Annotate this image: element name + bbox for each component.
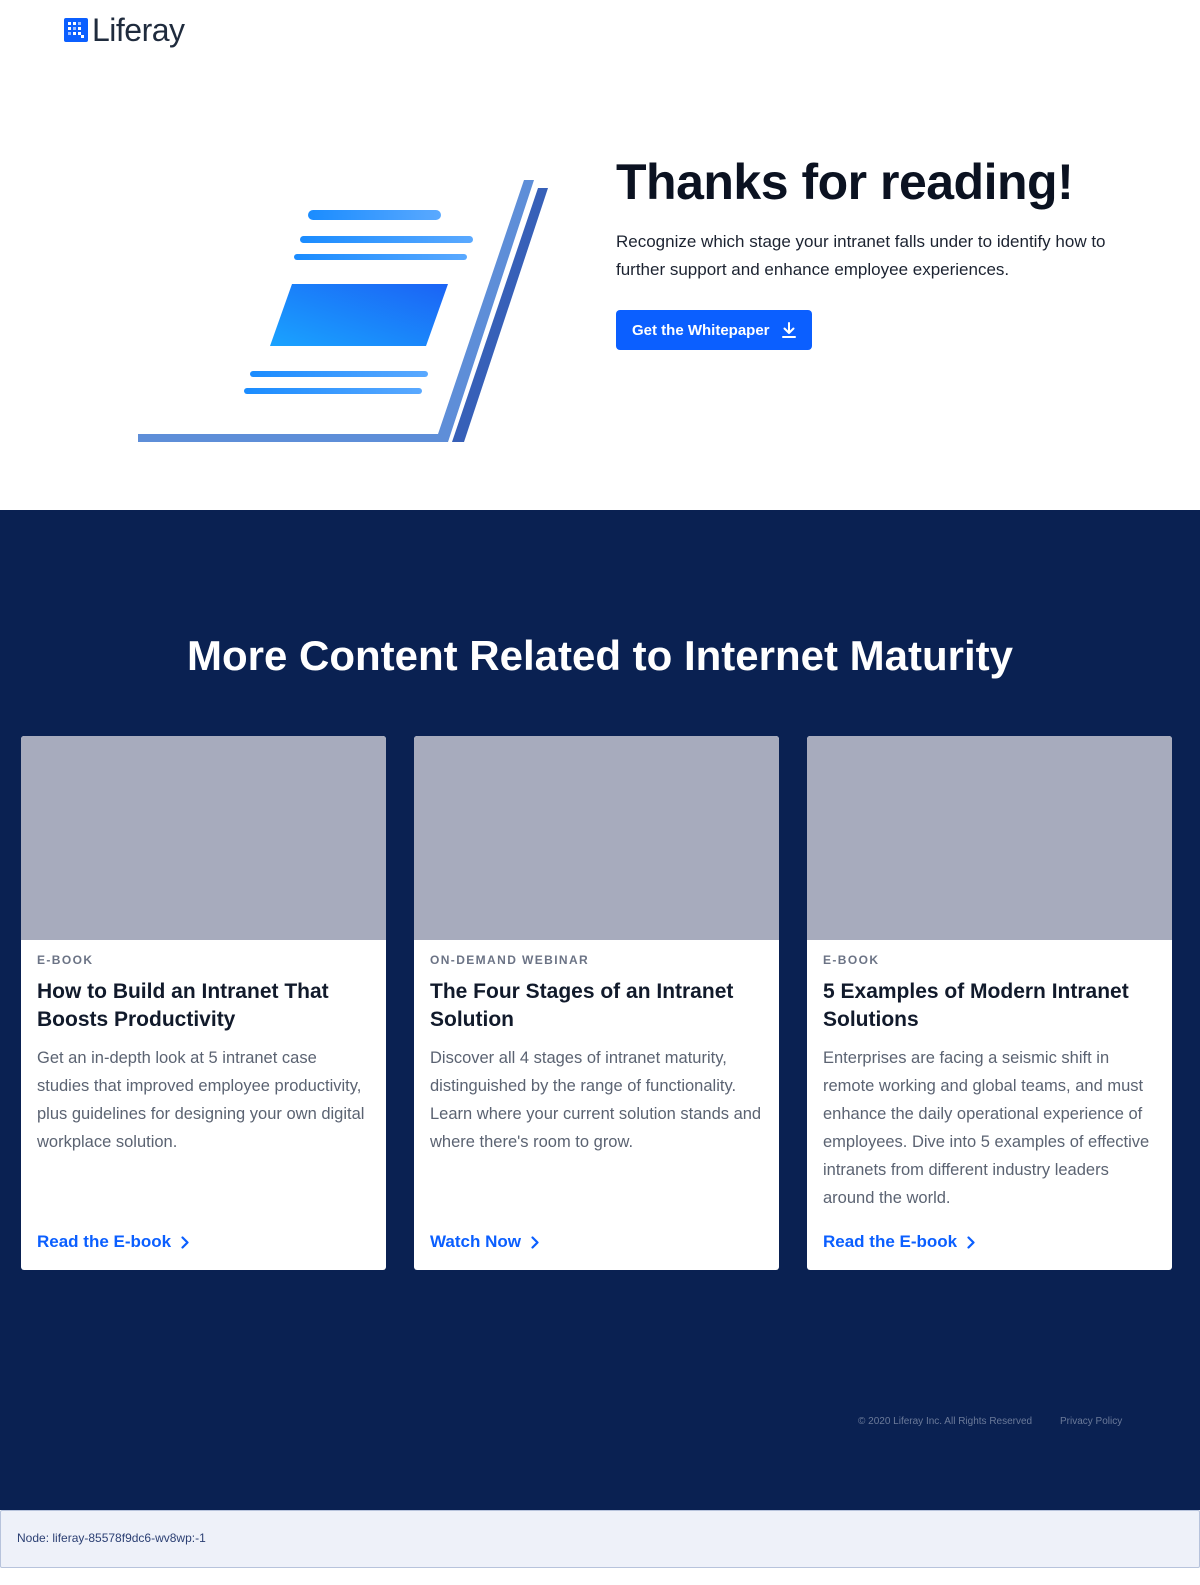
related-content-section: More Content Related to Internet Maturit… [0, 510, 1200, 1510]
get-whitepaper-button[interactable]: Get the Whitepaper [616, 310, 812, 350]
watch-now-link[interactable]: Watch Now [430, 1232, 539, 1252]
card-image [807, 736, 1172, 940]
card-description: Discover all 4 stages of intranet maturi… [430, 1049, 762, 1151]
content-card[interactable]: E-BOOK How to Build an Intranet That Boo… [21, 736, 386, 1270]
card-link-label: Read the E-book [37, 1232, 172, 1251]
card-kicker: ON-DEMAND WEBINAR [430, 953, 590, 967]
card-link-label: Read the E-book [823, 1232, 958, 1251]
read-ebook-link[interactable]: Read the E-book [823, 1232, 975, 1252]
download-icon [781, 322, 796, 338]
copyright-text: © 2020 Liferay Inc. All Rights Reserved [858, 1416, 1033, 1427]
chevron-right-icon [181, 1235, 189, 1249]
card-title: The Four Stages of an Intranet Solution [430, 980, 734, 1031]
content-card[interactable]: E-BOOK 5 Examples of Modern Intranet Sol… [807, 736, 1172, 1270]
chevron-right-icon [967, 1235, 975, 1249]
hero-title: Thanks for reading! [616, 154, 1074, 210]
card-grid: E-BOOK How to Build an Intranet That Boo… [21, 736, 1179, 1270]
card-image [21, 736, 386, 940]
card-image [414, 736, 779, 940]
chevron-right-icon [531, 1235, 539, 1249]
card-body: E-BOOK How to Build an Intranet That Boo… [37, 952, 370, 1254]
card-description: Enterprises are facing a seismic shift i… [823, 1049, 1150, 1207]
card-description: Get an in-depth look at 5 intranet case … [37, 1049, 365, 1151]
card-link-label: Watch Now [430, 1232, 521, 1251]
read-ebook-link[interactable]: Read the E-book [37, 1232, 189, 1252]
hero-copy: Thanks for reading! Recognize which stag… [616, 150, 1136, 350]
top-bar: Liferay [0, 0, 1200, 60]
node-info-bar: Node: liferay-85578f9dc6-wv8wp:-1 [0, 1510, 1200, 1568]
document-illustration [138, 180, 548, 442]
logo-text: Liferay [92, 12, 185, 48]
node-id-text: Node: liferay-85578f9dc6-wv8wp:-1 [17, 1531, 206, 1545]
hero-description: Recognize which stage your intranet fall… [616, 232, 1106, 279]
card-title: 5 Examples of Modern Intranet Solutions [823, 980, 1129, 1031]
card-body: E-BOOK 5 Examples of Modern Intranet Sol… [823, 952, 1156, 1254]
liferay-logo-icon [64, 18, 88, 42]
card-kicker: E-BOOK [823, 953, 880, 967]
related-title: More Content Related to Internet Maturit… [186, 632, 1014, 679]
card-title: How to Build an Intranet That Boosts Pro… [37, 980, 329, 1031]
cta-label: Get the Whitepaper [632, 321, 770, 339]
privacy-policy-link[interactable]: Privacy Policy [1060, 1416, 1122, 1427]
content-card[interactable]: ON-DEMAND WEBINAR The Four Stages of an … [414, 736, 779, 1270]
card-kicker: E-BOOK [37, 953, 94, 967]
card-body: ON-DEMAND WEBINAR The Four Stages of an … [430, 952, 763, 1254]
logo[interactable]: Liferay [64, 14, 185, 46]
